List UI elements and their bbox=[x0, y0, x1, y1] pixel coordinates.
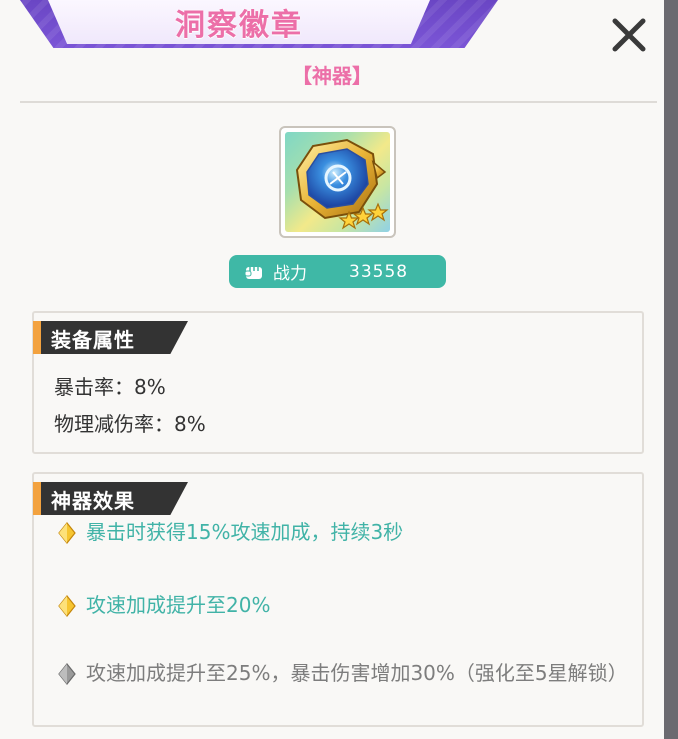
section-title: 神器效果 bbox=[51, 489, 135, 513]
effect-item-locked: 攻速加成提升至25%，暴击伤害增加30%（强化至5星解锁） bbox=[56, 659, 628, 688]
effect-text: 攻速加成提升至25%，暴击伤害增加30%（强化至5星解锁） bbox=[86, 661, 628, 685]
section-header: 装备属性 bbox=[33, 321, 188, 354]
yellow-gem-icon bbox=[58, 595, 76, 617]
artifact-effects-section: 神器效果 暴击时获得15%攻速加成，持续3秒 攻速加成提升至20% 攻速加成提升… bbox=[32, 472, 644, 727]
power-label: 战力 bbox=[273, 264, 307, 284]
yellow-gem-icon bbox=[58, 522, 76, 544]
divider bbox=[20, 101, 657, 103]
title-plate: 洞察徽章 bbox=[48, 0, 430, 44]
effect-item: 攻速加成提升至20% bbox=[56, 591, 626, 620]
attribute-physical-reduction: 物理减伤率：8% bbox=[54, 412, 206, 436]
section-header: 神器效果 bbox=[33, 482, 188, 515]
rarity-tag: 【神器】 bbox=[292, 64, 372, 88]
power-value: 33558 bbox=[349, 261, 409, 282]
item-icon-frame bbox=[279, 126, 396, 238]
effect-item: 暴击时获得15%攻速加成，持续3秒 bbox=[56, 518, 626, 547]
close-icon[interactable] bbox=[611, 17, 647, 53]
gray-gem-icon bbox=[58, 663, 76, 685]
item-title: 洞察徽章 bbox=[175, 8, 303, 43]
attribute-crit-rate: 暴击率：8% bbox=[54, 375, 166, 399]
equip-attributes-section: 装备属性 暴击率：8% 物理减伤率：8% bbox=[32, 311, 644, 454]
combat-power-badge: 战力 33558 bbox=[229, 255, 446, 288]
insight-badge-icon bbox=[285, 132, 390, 232]
close-button[interactable] bbox=[606, 12, 652, 58]
effect-text: 攻速加成提升至20% bbox=[86, 593, 271, 617]
effect-text: 暴击时获得15%攻速加成，持续3秒 bbox=[86, 520, 404, 544]
fist-icon bbox=[244, 266, 262, 279]
item-detail-panel: 洞察徽章 【神器】 战力 33558 装备属性 暴击率：8% 物理减伤率：8% … bbox=[0, 0, 664, 739]
section-title: 装备属性 bbox=[51, 328, 135, 352]
